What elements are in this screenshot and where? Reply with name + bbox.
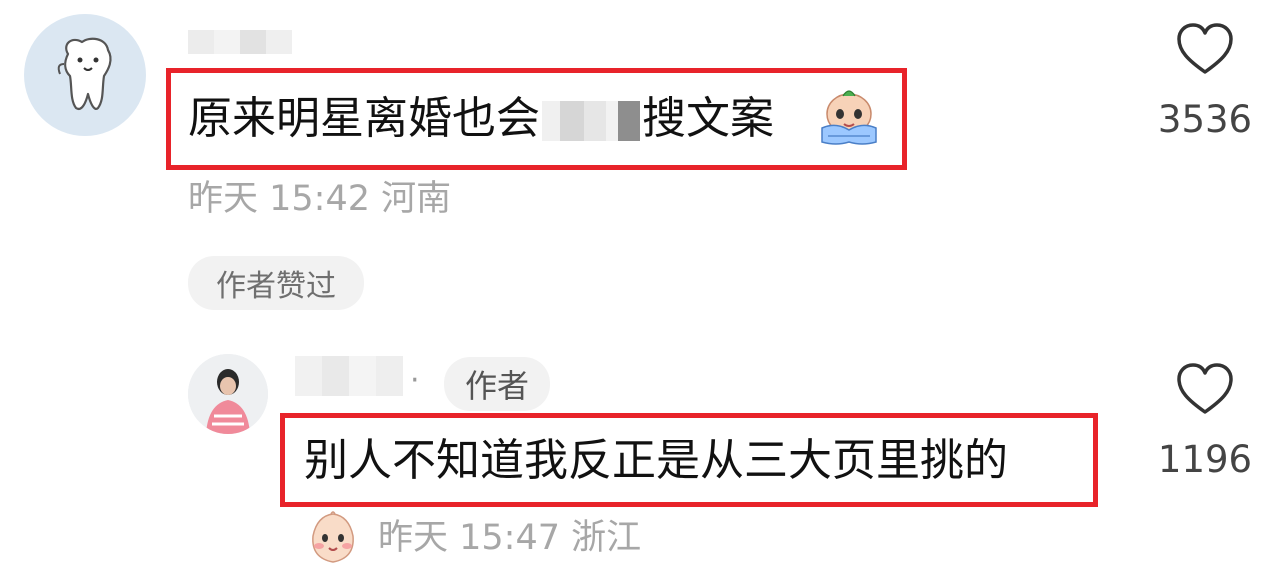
comment-meta: 昨天 15:42 河南 xyxy=(188,179,452,219)
reply-username-redacted[interactable] xyxy=(295,356,403,396)
comment-text-before: 原来明星离婚也会 xyxy=(188,93,540,144)
separator-dot: · xyxy=(410,363,420,398)
commenter-avatar[interactable] xyxy=(24,14,146,136)
reply-text: 别人不知道我反正是从三大页里挑的 xyxy=(304,435,1008,486)
crying-face-emoji-icon xyxy=(816,84,882,150)
username-redacted[interactable] xyxy=(188,30,292,54)
reply-meta: 昨天 15:47 浙江 xyxy=(378,518,642,558)
comment-text: 原来明星离婚也会 搜文案 xyxy=(188,97,774,141)
reply-author-avatar[interactable] xyxy=(188,354,268,434)
tooth-doodle-icon xyxy=(57,37,112,110)
comment-text-after: 搜文案 xyxy=(642,93,774,144)
redacted-word xyxy=(542,101,640,141)
blushing-face-emoji-icon xyxy=(305,510,361,566)
author-tag-badge: 作者 xyxy=(444,357,550,411)
reply-like-heart-icon[interactable] xyxy=(1174,360,1236,418)
reply-like-count: 1196 xyxy=(1157,438,1253,481)
author-liked-badge: 作者赞过 xyxy=(188,256,364,310)
person-photo-icon xyxy=(188,354,268,434)
like-count: 3536 xyxy=(1157,98,1253,141)
like-heart-icon[interactable] xyxy=(1174,20,1236,78)
